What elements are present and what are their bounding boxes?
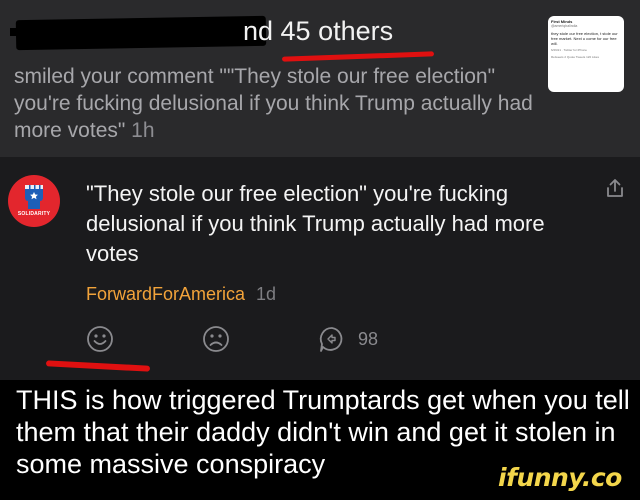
watermark: ifunny.co bbox=[498, 463, 622, 492]
share-icon[interactable] bbox=[604, 177, 626, 199]
reply-count: 98 bbox=[358, 329, 379, 349]
comment-card: SOLIDARITY "They stole our free election… bbox=[0, 157, 640, 380]
avatar[interactable]: SOLIDARITY bbox=[8, 175, 60, 227]
annotation-underline bbox=[45, 360, 151, 372]
notification-time: 1h bbox=[131, 119, 155, 142]
avatar-label: SOLIDARITY bbox=[17, 211, 51, 217]
smile-icon[interactable] bbox=[86, 325, 114, 353]
frown-icon[interactable] bbox=[202, 325, 230, 353]
reply-icon[interactable] bbox=[318, 325, 346, 353]
thumbnail-date: 6/29/21 · Twitter for iPhone bbox=[551, 48, 587, 52]
notification-headline: nd 45 others bbox=[243, 16, 394, 46]
redaction-mark bbox=[10, 28, 20, 36]
comment-meta: ForwardForAmerica 1d bbox=[86, 284, 276, 305]
comment-text: "They stole our free election" you're fu… bbox=[86, 181, 545, 266]
thumbnail-text: they stole our free election, t stole ou… bbox=[551, 31, 618, 46]
comment-time: 1d bbox=[256, 284, 277, 304]
post-thumbnail[interactable]: First Minds @ameriqbalindia they stole o… bbox=[548, 16, 624, 92]
annotation-underline bbox=[281, 51, 435, 62]
notification-text: smiled your comment ""They stole our fre… bbox=[14, 65, 533, 142]
thumbnail-handle: @ameriqbalindia bbox=[551, 24, 578, 28]
fist-icon bbox=[25, 185, 43, 209]
notification-panel[interactable]: nd 45 others smiled your comment ""They … bbox=[0, 0, 640, 157]
redaction-bar bbox=[15, 15, 267, 51]
thumbnail-stats: Retweets 2 Quote Tweets 120 Likes bbox=[551, 55, 599, 59]
comment-author[interactable]: ForwardForAmerica bbox=[86, 284, 245, 304]
notification-body: smiled your comment ""They stole our fre… bbox=[14, 63, 534, 144]
